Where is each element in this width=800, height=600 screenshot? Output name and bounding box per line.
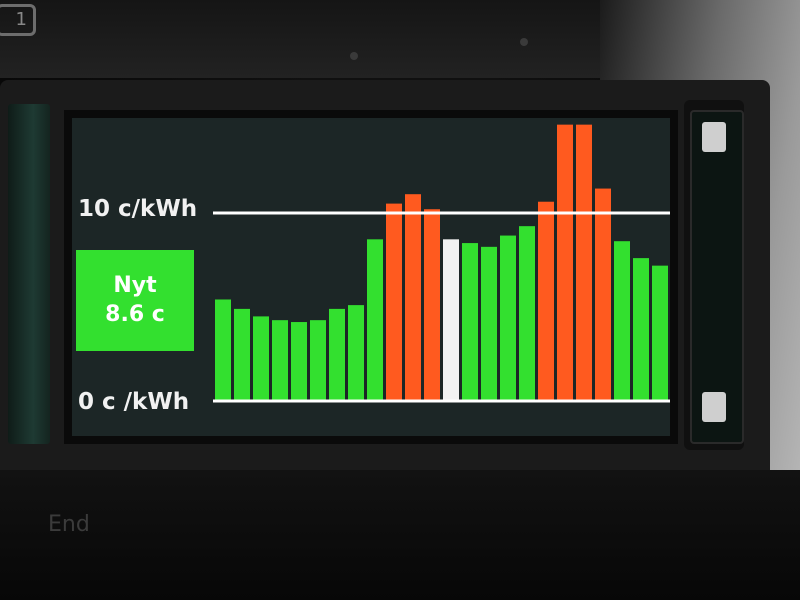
current-price-box: Nyt 8.6 c — [76, 250, 194, 351]
price-bar — [405, 194, 421, 401]
price-bar — [329, 308, 345, 401]
current-price-title: Nyt — [113, 273, 157, 298]
price-bar — [367, 239, 383, 401]
min-price-label: 0 c /kWh — [78, 389, 190, 415]
price-bar — [462, 243, 478, 401]
display-connector — [690, 110, 744, 444]
price-bar — [614, 241, 630, 401]
screw-dot — [350, 52, 358, 60]
pcb-edge — [8, 104, 50, 444]
price-bar — [310, 320, 326, 401]
price-bar — [253, 316, 269, 401]
keyboard-bottom — [0, 470, 800, 600]
price-bar — [595, 188, 611, 401]
max-price-label: 10 c/kWh — [78, 196, 198, 222]
price-bar — [386, 203, 402, 401]
lcd-screen: 10 c/kWh 0 c /kWh Nyt 8.6 c — [72, 118, 670, 436]
price-bar — [234, 308, 250, 401]
connector-pin — [702, 122, 726, 152]
price-bar — [424, 209, 440, 401]
price-bar — [519, 226, 535, 401]
price-bar — [557, 124, 573, 401]
price-bar — [538, 201, 554, 401]
price-bar — [215, 299, 231, 401]
price-bar — [633, 258, 649, 401]
price-bar — [500, 235, 516, 401]
price-bar — [652, 265, 668, 401]
keyboard-end-key: End — [48, 512, 90, 537]
keyboard-key-1: 1 — [0, 4, 36, 36]
price-bar — [576, 124, 592, 401]
current-price-value: 8.6 c — [105, 302, 165, 327]
keyboard-top: 1 — [0, 0, 640, 78]
connector-pin — [702, 392, 726, 422]
price-bar — [348, 305, 364, 401]
price-bar — [291, 322, 307, 401]
photo-scene: 1 End 10 c/kWh 0 c /kWh Nyt 8.6 c — [0, 0, 800, 600]
price-bar — [272, 320, 288, 401]
screw-dot — [520, 38, 528, 46]
price-bar — [481, 246, 497, 401]
price-bar — [443, 239, 459, 401]
